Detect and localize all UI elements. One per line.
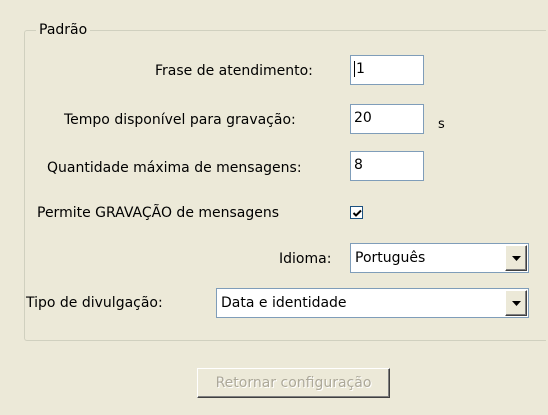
tempo-unit: s: [438, 117, 445, 132]
divulgacao-select[interactable]: Data e identidade: [216, 288, 529, 318]
tempo-value: 20: [354, 110, 372, 126]
frase-value: 1: [356, 61, 365, 77]
chevron-down-icon: [512, 301, 521, 306]
permite-label: Permite GRAVAÇÃO de mensagens: [37, 205, 280, 221]
group-box-title: Padrão: [36, 20, 91, 40]
permite-checkbox[interactable]: [350, 206, 363, 219]
frase-input[interactable]: 1: [350, 55, 424, 85]
idioma-label: Idioma:: [279, 251, 332, 267]
idioma-value: Português: [355, 250, 426, 266]
check-icon: [352, 209, 362, 217]
idioma-dropdown-button[interactable]: [505, 245, 527, 271]
quantidade-value: 8: [354, 157, 363, 173]
quantidade-input[interactable]: 8: [350, 151, 424, 181]
tempo-label: Tempo disponível para gravação:: [64, 112, 296, 128]
text-caret: [354, 61, 355, 77]
divulgacao-label: Tipo de divulgação:: [26, 295, 163, 311]
chevron-down-icon: [512, 256, 521, 261]
tempo-input[interactable]: 20: [350, 104, 424, 134]
divulgacao-dropdown-button[interactable]: [505, 290, 527, 316]
frase-label: Frase de atendimento:: [155, 63, 313, 79]
quantidade-label: Quantidade máxima de mensagens:: [47, 160, 302, 176]
idioma-select[interactable]: Português: [350, 243, 529, 273]
retornar-configuracao-button[interactable]: Retornar configuração: [197, 368, 390, 398]
divulgacao-value: Data e identidade: [221, 295, 347, 311]
